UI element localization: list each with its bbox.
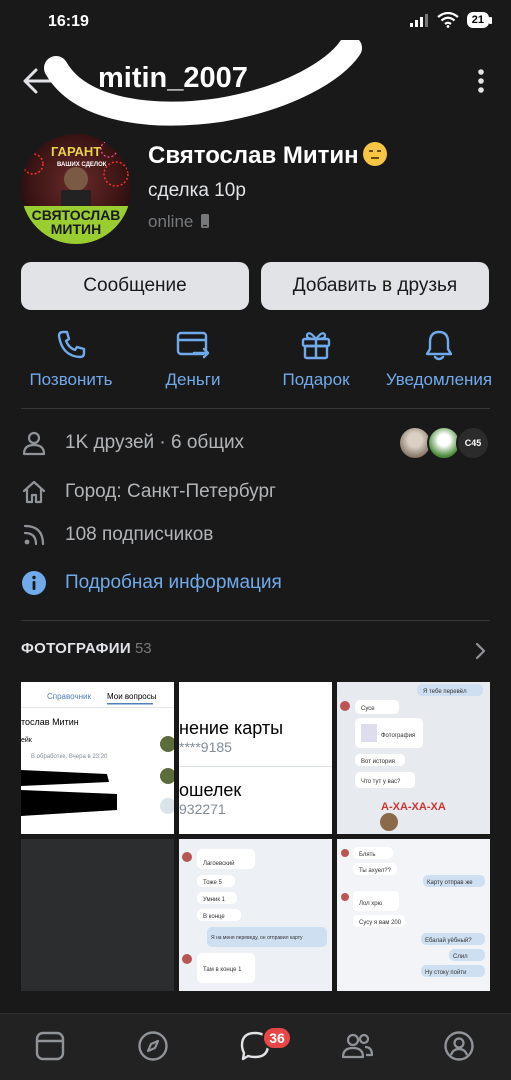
photo-thumbnail[interactable] <box>21 839 174 991</box>
details-link: Подробная информация <box>65 572 282 593</box>
online-status: online <box>148 212 210 232</box>
thumb-text: Вот история <box>361 759 395 765</box>
profile-status: сделка 10р <box>148 180 246 201</box>
chevron-right-icon <box>475 642 486 660</box>
gift-icon <box>301 332 331 360</box>
status-bar: 16:19 21 <box>0 0 511 46</box>
unamused-emoji-icon <box>362 142 387 166</box>
profile-header: mitin_2007 <box>0 40 511 126</box>
profile-icon[interactable] <box>443 1030 475 1062</box>
avatar-text-top: ГАРАНТ <box>51 144 101 159</box>
mutual-friends-avatars[interactable]: C45 <box>398 426 490 460</box>
notifications-label: Уведомления <box>385 370 493 389</box>
thumb-text: нение карты <box>179 718 283 738</box>
divider <box>21 620 490 621</box>
header-username: mitin_2007 <box>98 62 248 94</box>
photo-thumbnail[interactable]: Я тебе перевёл Сусе Фотография Вот истор… <box>337 682 490 834</box>
status-time: 16:19 <box>48 13 89 30</box>
profile-card: ГАРАНТ ВАШИХ СДЕЛОК СВЯТОСЛАВ МИТИН Свят… <box>0 132 511 252</box>
explore-compass-icon[interactable] <box>137 1030 169 1062</box>
thumb-text: Мои вопросы <box>107 692 157 701</box>
signal-icon <box>409 14 428 27</box>
photo-thumbnail[interactable]: Блять Ты ахуел?? Карту отправ же Лол хрю… <box>337 839 490 991</box>
status-icons: 21 <box>409 12 493 28</box>
thumb-text: Фотография <box>381 733 415 739</box>
thumb-text: Тоже 5 <box>203 880 222 886</box>
money-label: Деньги <box>165 370 221 389</box>
home-icon <box>22 480 46 504</box>
battery-icon: 21 <box>466 12 493 28</box>
call-label: Позвонить <box>29 370 113 389</box>
photo-thumbnail[interactable]: Лагоевский Тоже 5 Умник 1 В конце Я на м… <box>179 839 332 991</box>
wifi-icon <box>437 12 459 28</box>
divider <box>21 408 490 409</box>
user-icon <box>22 431 46 456</box>
thumb-text: Ебалай уёбный? <box>425 937 472 944</box>
gift-action[interactable]: Подарок <box>256 328 376 390</box>
mutual-friend-avatar: C45 <box>456 426 490 460</box>
profile-name-text: Святослав Митин <box>148 142 359 169</box>
avatar[interactable]: ГАРАНТ ВАШИХ СДЕЛОК СВЯТОСЛАВ МИТИН <box>21 134 131 244</box>
thumb-text: Сусу я вам 200 <box>359 920 402 926</box>
photos-grid: Справочник Мои вопросы тослав Митин ейк … <box>21 682 490 992</box>
photo-thumbnail[interactable]: Справочник Мои вопросы тослав Митин ейк … <box>21 682 174 834</box>
message-button[interactable]: Сообщение <box>21 262 249 310</box>
thumb-text: Умник 1 <box>203 897 226 903</box>
thumb-text: ейк <box>21 736 33 744</box>
phone-icon <box>57 330 86 359</box>
thumb-text: Что тут у вас? <box>361 779 401 785</box>
thumb-text: Лагоевский <box>203 860 234 867</box>
bottom-navigation: 36 <box>0 1013 511 1080</box>
avatar-text-name2: МИТИН <box>51 221 101 237</box>
news-feed-icon[interactable] <box>34 1030 66 1062</box>
friends-count: 1K друзей · 6 общих <box>65 432 245 453</box>
thumb-text: тослав Митин <box>21 717 79 727</box>
mobile-device-icon <box>201 214 210 228</box>
online-text: online <box>148 212 194 231</box>
info-icon <box>22 571 46 595</box>
thumb-text: Блять <box>359 852 376 858</box>
notifications-action[interactable]: Уведомления <box>379 328 499 390</box>
friends-icon[interactable] <box>341 1030 373 1062</box>
call-action[interactable]: Позвонить <box>11 328 131 390</box>
thumb-text: Карту отправ же <box>427 880 473 886</box>
thumb-text: Ну стоку пойти <box>425 969 466 976</box>
more-options-icon[interactable] <box>477 68 485 94</box>
details-row[interactable]: Подробная информация <box>0 566 511 600</box>
thumb-text: Слил <box>453 954 468 960</box>
profile-name: Святослав Митин <box>148 142 387 170</box>
thumb-text: Там в конце 1 <box>203 967 242 973</box>
city-text: Город: Санкт-Петербург <box>65 481 276 502</box>
photos-title: ФОТОГРАФИИ <box>21 640 131 657</box>
thumb-text: ошелек <box>179 780 241 800</box>
thumb-text: Я тебе перевёл <box>423 689 467 695</box>
thumb-text: Справочник <box>47 692 91 701</box>
rss-icon <box>23 524 45 546</box>
thumb-text: ****9185 <box>179 739 232 755</box>
money-transfer-icon <box>176 331 210 359</box>
avatar-text-sub: ВАШИХ СДЕЛОК <box>57 162 107 168</box>
messages-badge: 36 <box>262 1026 292 1050</box>
gift-label: Подарок <box>282 370 350 389</box>
bell-icon <box>425 330 453 361</box>
thumb-text: Сусе <box>361 706 375 712</box>
quick-actions: Позвонить Деньги Подарок Уведомления <box>0 328 511 398</box>
add-friend-button[interactable]: Добавить в друзья <box>261 262 489 310</box>
thumb-text: 932271 <box>179 801 226 817</box>
friends-row[interactable]: 1K друзей · 6 общих C45 <box>0 426 511 460</box>
thumb-text: А-ХА-ХА-ХА <box>381 801 446 813</box>
back-arrow-icon[interactable] <box>22 66 54 96</box>
money-action[interactable]: Деньги <box>133 328 253 390</box>
thumb-text: В конце <box>203 914 225 920</box>
thumb-text: В обработке, Вчера в 23:20 <box>31 754 108 760</box>
thumb-text: Лол хрю <box>359 901 383 907</box>
followers-count: 108 подписчиков <box>65 524 214 545</box>
photos-header[interactable]: ФОТОГРАФИИ 53 <box>21 640 490 664</box>
photo-thumbnail[interactable]: нение карты ****9185 ошелек 932271 <box>179 682 332 834</box>
thumb-text: Ты ахуел?? <box>359 868 392 874</box>
thumb-text: Я на меня переведу, он отправил карту <box>211 935 303 941</box>
photos-count: 53 <box>134 640 152 657</box>
followers-row[interactable]: 108 подписчиков <box>0 518 511 552</box>
city-row: Город: Санкт-Петербург <box>0 475 511 509</box>
